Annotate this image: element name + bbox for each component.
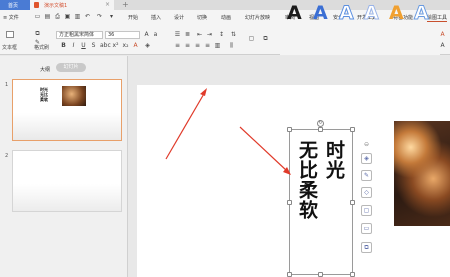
annotation-arrows (165, 88, 291, 175)
